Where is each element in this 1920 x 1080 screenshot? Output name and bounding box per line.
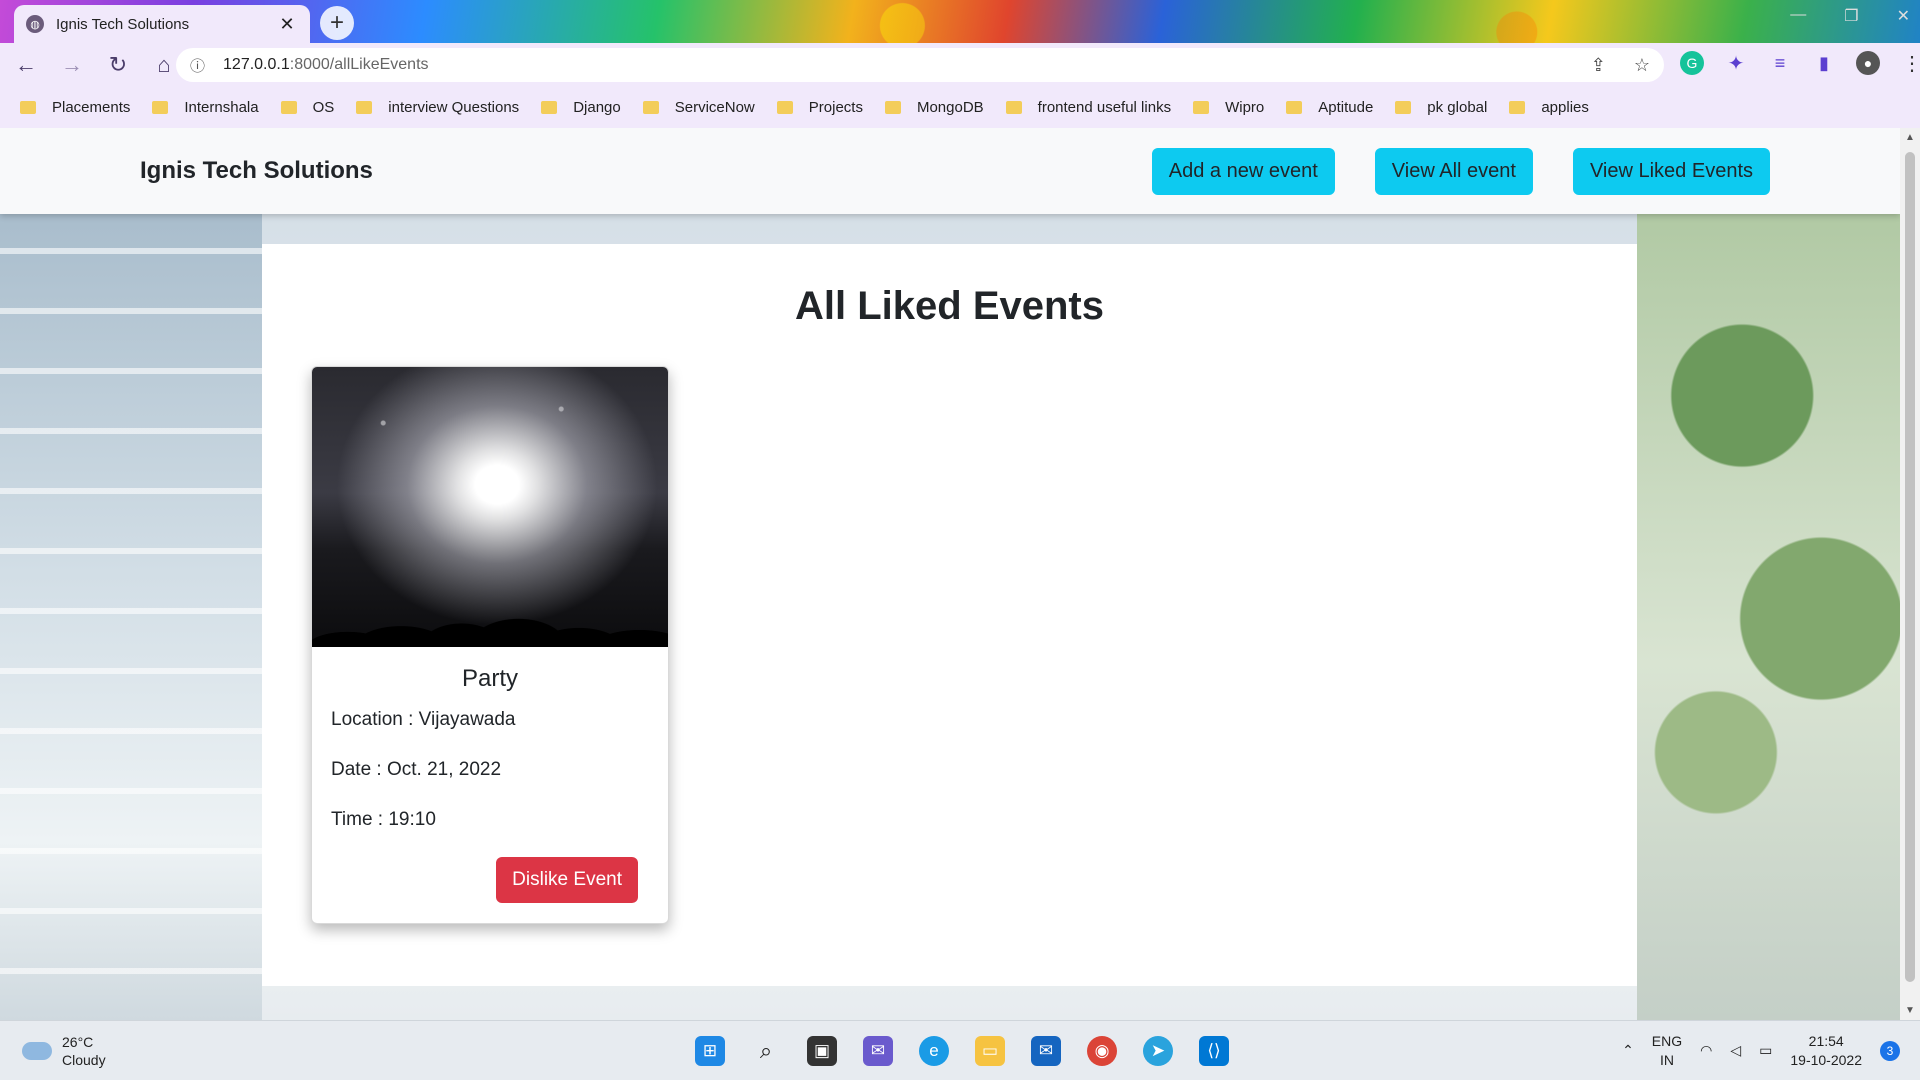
globe-icon: ◍ xyxy=(26,15,44,33)
dislike-event-button[interactable]: Dislike Event xyxy=(496,857,638,903)
scroll-thumb[interactable] xyxy=(1905,152,1915,982)
folder-icon xyxy=(20,101,36,114)
folder-icon xyxy=(152,101,169,114)
add-event-button[interactable]: Add a new event xyxy=(1151,147,1335,195)
event-card: Party Location : Vijayawada Date : Oct. … xyxy=(311,366,669,924)
weather-widget[interactable]: 26°C Cloudy xyxy=(22,1033,106,1069)
folder-icon xyxy=(356,101,373,114)
bookmark-folder[interactable]: MongoDB xyxy=(884,99,984,116)
bookmarks-bar: Placements Internshala OS interview Ques… xyxy=(0,87,1920,128)
reload-icon[interactable]: ↻ xyxy=(98,52,138,78)
event-title: Party xyxy=(461,665,518,692)
background-photo-left xyxy=(0,128,262,1020)
extensions-puzzle-icon[interactable]: ✦ xyxy=(1724,51,1748,75)
folder-icon xyxy=(1005,101,1022,114)
background-photo-right xyxy=(1637,128,1900,1020)
site-info-icon[interactable]: ⓘ xyxy=(190,55,205,76)
address-bar[interactable]: ⓘ 127.0.0.1:8000/allLikeEvents ⇪ ☆ xyxy=(176,48,1664,82)
page-scrollbar[interactable]: ▲ ▼ xyxy=(1900,128,1920,1020)
telegram-icon[interactable]: ➤ xyxy=(1143,1035,1173,1066)
scroll-down-icon[interactable]: ▼ xyxy=(1900,1005,1920,1016)
bookmark-folder[interactable]: Projects xyxy=(776,99,863,116)
pinned-apps: ⊞ ⌕ ▣ ✉ e ▭ ✉ ◉ ➤ ⟨⟩ xyxy=(695,1035,1229,1066)
page-title: All Liked Events xyxy=(795,284,1104,328)
event-image xyxy=(312,367,668,647)
extensions-area: G ✦ ≡ ▮ ● ⋮ xyxy=(1680,51,1920,75)
bookmark-folder[interactable]: OS xyxy=(280,99,334,116)
bookmark-star-icon[interactable]: ☆ xyxy=(1634,55,1650,76)
weather-condition: Cloudy xyxy=(62,1051,106,1068)
side-panel-icon[interactable]: ▮ xyxy=(1812,51,1836,75)
folder-icon xyxy=(1509,101,1526,114)
bookmark-folder[interactable]: Internshala xyxy=(152,99,259,116)
bookmark-folder[interactable]: Django xyxy=(541,99,621,116)
bookmark-folder[interactable]: Wipro xyxy=(1193,99,1264,116)
bookmark-folder[interactable]: Aptitude xyxy=(1286,99,1373,116)
bookmark-folder[interactable]: interview Questions xyxy=(356,99,519,116)
vscode-icon[interactable]: ⟨⟩ xyxy=(1199,1035,1229,1066)
notification-badge[interactable]: 3 xyxy=(1880,1040,1900,1061)
folder-icon xyxy=(1395,101,1412,114)
forward-icon[interactable]: → xyxy=(52,52,92,78)
weather-temp: 26°C xyxy=(62,1033,94,1050)
url-text[interactable]: 127.0.0.1:8000/allLikeEvents xyxy=(223,56,429,74)
bookmark-folder[interactable]: ServiceNow xyxy=(642,99,755,116)
new-tab-button[interactable]: + xyxy=(320,6,354,40)
event-location: Location : Vijayawada xyxy=(331,709,516,730)
grammarly-icon[interactable]: G xyxy=(1680,51,1704,75)
edge-icon[interactable]: e xyxy=(919,1035,949,1066)
web-page: Ignis Tech Solutions Add a new event Vie… xyxy=(0,128,1900,1020)
close-tab-icon[interactable]: ✕ xyxy=(276,14,298,35)
system-tray: ⌃ ENG IN ◠ ◁ ▭ 21:54 19-10-2022 3 xyxy=(1622,1032,1900,1070)
tab-title: Ignis Tech Solutions xyxy=(56,15,190,33)
card-body: Party Location : Vijayawada Date : Oct. … xyxy=(312,647,668,831)
browser-tab[interactable]: ◍ Ignis Tech Solutions ✕ xyxy=(14,5,310,43)
file-explorer-icon[interactable]: ▭ xyxy=(975,1035,1005,1066)
language-indicator[interactable]: ENG IN xyxy=(1652,1032,1682,1070)
folder-icon xyxy=(280,101,297,114)
event-date: Date : Oct. 21, 2022 xyxy=(331,759,502,780)
folder-icon xyxy=(776,101,793,114)
bookmark-folder[interactable]: Placements xyxy=(20,99,130,116)
chat-icon[interactable]: ✉ xyxy=(863,1035,893,1066)
view-all-events-button[interactable]: View All event xyxy=(1374,147,1533,195)
search-icon[interactable]: ⌕ xyxy=(751,1036,781,1066)
back-icon[interactable]: ← xyxy=(6,52,46,78)
share-icon[interactable]: ⇪ xyxy=(1591,55,1606,76)
volume-icon[interactable]: ◁ xyxy=(1730,1042,1741,1059)
brand-link[interactable]: Ignis Tech Solutions xyxy=(140,157,373,185)
folder-icon xyxy=(884,101,901,114)
nav-buttons: Add a new event View All event View Like… xyxy=(1151,147,1770,195)
view-liked-events-button[interactable]: View Liked Events xyxy=(1572,147,1770,195)
chevron-up-icon[interactable]: ⌃ xyxy=(1622,1042,1634,1059)
scroll-up-icon[interactable]: ▲ xyxy=(1900,132,1920,143)
folder-icon xyxy=(642,101,659,114)
content-container: All Liked Events Party Location : Vijaya… xyxy=(262,244,1637,986)
menu-kebab-icon[interactable]: ⋮ xyxy=(1900,51,1920,75)
battery-icon[interactable]: ▭ xyxy=(1759,1042,1772,1059)
chrome-icon[interactable]: ◉ xyxy=(1087,1035,1117,1066)
folder-icon xyxy=(1193,101,1210,114)
folder-icon xyxy=(541,101,558,114)
event-time: Time : 19:10 xyxy=(331,809,436,830)
mail-icon[interactable]: ✉ xyxy=(1031,1035,1061,1066)
windows-taskbar: 26°C Cloudy ⊞ ⌕ ▣ ✉ e ▭ ✉ ◉ ➤ ⟨⟩ ⌃ ENG IN… xyxy=(0,1020,1920,1080)
maximize-icon[interactable]: ❐ xyxy=(1844,6,1858,26)
profile-avatar-icon[interactable]: ● xyxy=(1856,51,1880,75)
wifi-icon[interactable]: ◠ xyxy=(1700,1042,1712,1059)
clock[interactable]: 21:54 19-10-2022 xyxy=(1790,1032,1862,1070)
browser-toolbar: ← → ↻ ⌂ ⓘ 127.0.0.1:8000/allLikeEvents ⇪… xyxy=(0,43,1920,87)
site-navbar: Ignis Tech Solutions Add a new event Vie… xyxy=(0,128,1900,214)
close-window-icon[interactable]: ✕ xyxy=(1897,6,1910,26)
folder-icon xyxy=(1286,101,1303,114)
media-control-icon[interactable]: ≡ xyxy=(1768,51,1792,75)
bookmark-folder[interactable]: applies xyxy=(1509,99,1589,116)
task-view-icon[interactable]: ▣ xyxy=(807,1035,837,1066)
window-controls: — ❐ ✕ xyxy=(1790,6,1910,26)
windows-start-icon[interactable]: ⊞ xyxy=(695,1035,725,1066)
cloud-icon xyxy=(22,1041,52,1060)
bookmark-folder[interactable]: pk global xyxy=(1395,99,1487,116)
bookmark-folder[interactable]: frontend useful links xyxy=(1005,99,1171,116)
minimize-icon[interactable]: — xyxy=(1790,6,1806,26)
